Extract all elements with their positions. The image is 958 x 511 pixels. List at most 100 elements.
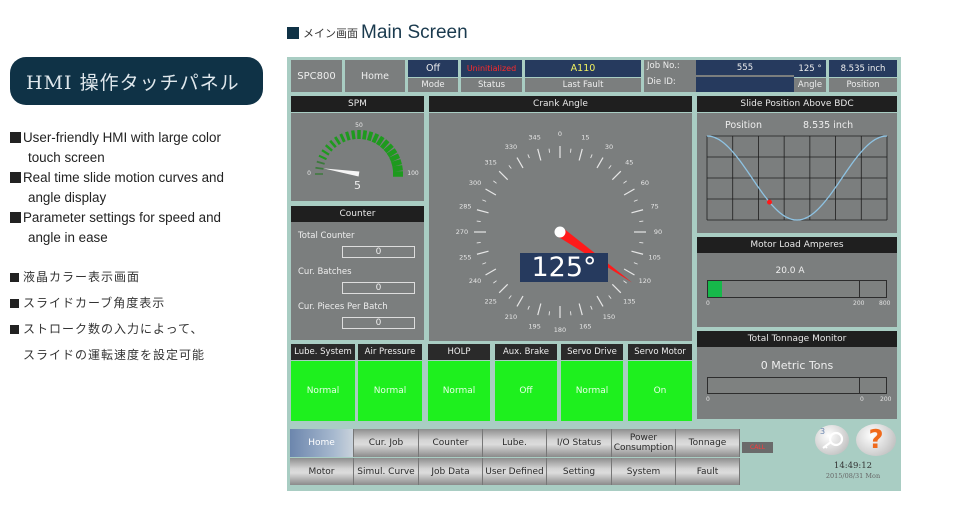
tonnage-panel: 0 Metric Tons 0 0 200	[697, 347, 897, 419]
feature-jp-4: スライドの運転速度を設定可能	[23, 348, 206, 362]
spm-tick	[391, 159, 402, 167]
position-label: Position	[829, 78, 897, 92]
key-level: 3	[820, 427, 826, 436]
counter-header: Counter	[291, 206, 424, 222]
home-button[interactable]: Home	[345, 60, 405, 92]
crank-tick-label: 270	[456, 228, 468, 236]
position-value: 8.535 inch	[829, 60, 897, 77]
status-tile-label: HOLP	[428, 344, 490, 360]
last-fault-label: Last Fault	[525, 78, 641, 92]
spm-tick	[386, 148, 398, 158]
spm-tick	[315, 166, 324, 170]
feature-list: User-friendly HMI with large color touch …	[10, 128, 280, 368]
feature-jp-3: ストローク数の入力によって、	[10, 316, 280, 342]
crank-tick	[476, 250, 489, 255]
hmi-screen: SPC800 Home Off Mode Uninitialized Statu…	[287, 57, 901, 491]
crank-tick	[537, 148, 542, 161]
nav-button-simul-curve[interactable]: Simul. Curve	[354, 458, 419, 485]
crank-tick-label: 285	[459, 203, 471, 211]
nav-button-motor[interactable]: Motor	[290, 458, 354, 485]
nav-button-job-data[interactable]: Job Data	[419, 458, 483, 485]
motor-header: Motor Load Amperes	[697, 237, 897, 253]
crank-tick-label: 195	[528, 323, 540, 331]
status-tile-label: Servo Motor	[628, 344, 692, 360]
crank-tick	[548, 311, 551, 316]
crank-tick-label: 150	[603, 313, 615, 321]
nav-button-setting[interactable]: Setting	[547, 458, 612, 485]
crank-tick	[608, 295, 612, 299]
motor-panel: 20.0 A 0 200 800	[697, 253, 897, 327]
crank-tick	[633, 199, 638, 202]
status-tile-label: Aux. Brake	[495, 344, 557, 360]
status-tile-label: Lube. System	[291, 344, 355, 360]
die-id-field[interactable]	[696, 77, 794, 92]
status-tile-value[interactable]: Normal	[358, 361, 422, 421]
nav-button-fault[interactable]: Fault	[676, 458, 740, 485]
total-counter-field[interactable]: 0	[342, 246, 415, 258]
status-tile-value[interactable]: Off	[495, 361, 557, 421]
crank-tick-label: 345	[528, 133, 540, 141]
crank-tick	[623, 188, 635, 196]
status-tile-value[interactable]: Normal	[428, 361, 490, 421]
crank-tick	[482, 199, 487, 202]
feature-jp-2: スライドカーブ角度表示	[10, 290, 280, 316]
status-label: Status	[461, 78, 522, 92]
promo-badge: HMI 操作タッチパネル	[10, 57, 263, 105]
login-key-button[interactable]: 3	[815, 425, 849, 455]
crank-gauge: 0 15 30 45 60 75 90 105 120 135 150 165 180 195 210 225…	[456, 130, 662, 334]
crank-tick	[537, 303, 542, 316]
crank-tick	[498, 283, 509, 294]
nav-button-i-o-status[interactable]: I/O Status	[547, 429, 612, 457]
nav-button-counter[interactable]: Counter	[419, 429, 483, 457]
spm-tick	[366, 131, 374, 142]
nav-button-lube[interactable]: Lube.	[483, 429, 547, 457]
crank-tick-label: 255	[459, 253, 471, 261]
crank-tick	[623, 180, 627, 184]
crank-tick-label: 210	[505, 313, 517, 321]
crank-tick	[639, 241, 644, 244]
slide-curve-chart	[706, 135, 888, 221]
status-tile-value[interactable]: On	[628, 361, 692, 421]
slide-header: Slide Position Above BDC	[697, 96, 897, 112]
nav-button-power-consumption[interactable]: Power Consumption	[612, 429, 676, 457]
crank-tick	[639, 220, 644, 223]
job-no-field[interactable]: 555	[696, 60, 794, 75]
nav-button-tonnage[interactable]: Tonnage	[676, 429, 740, 457]
feature-jp-1: 液晶カラー表示画面	[10, 264, 280, 290]
crank-tick	[578, 148, 583, 161]
crank-tick-label: 120	[639, 277, 651, 285]
crank-tick-label: 105	[648, 253, 660, 261]
crank-tick-label: 45	[625, 159, 633, 167]
motor-scale-max: 800	[879, 300, 891, 307]
cur-pieces-label: Cur. Pieces Per Batch	[298, 302, 388, 312]
tonnage-value: 0 Metric Tons	[760, 359, 834, 372]
status-tile-value[interactable]: Normal	[561, 361, 623, 421]
cur-pieces-field[interactable]: 0	[342, 317, 415, 329]
crank-tick	[516, 295, 524, 307]
status-tile-label: Air Pressure	[358, 344, 422, 360]
crank-tick	[476, 209, 489, 214]
nav-button-user-defined[interactable]: User Defined	[483, 458, 547, 485]
crank-tick	[623, 268, 635, 276]
spm-tick	[392, 165, 403, 172]
job-info: Job No.: Die ID: 555	[644, 60, 794, 92]
help-button[interactable]: ?	[856, 424, 896, 456]
clock-time: 14:49:12	[833, 461, 873, 471]
nav-menu: Home Cur. Job Counter Lube. I/O Status Power …	[290, 429, 740, 485]
slide-panel: Position 8.535 inch	[697, 113, 897, 233]
cur-batches-field[interactable]: 0	[342, 282, 415, 294]
spm-label-max: 100	[407, 170, 419, 177]
nav-button-home[interactable]: Home	[290, 429, 354, 457]
nav-button-system[interactable]: System	[612, 458, 676, 485]
spm-tick	[345, 131, 351, 141]
status-tile-value[interactable]: Normal	[291, 361, 355, 421]
clock-date: 2015/08/31 Mon	[825, 472, 881, 480]
nav-button-cur-job[interactable]: Cur. Job	[354, 429, 419, 457]
spm-value: 5	[354, 179, 361, 192]
crank-tick	[476, 220, 481, 223]
spm-tick	[351, 130, 356, 140]
alarm-indicator: CALL	[742, 442, 773, 453]
mode-value: Off	[408, 60, 458, 77]
crank-tick	[508, 165, 512, 169]
motor-scale-mid: 200	[853, 300, 865, 307]
